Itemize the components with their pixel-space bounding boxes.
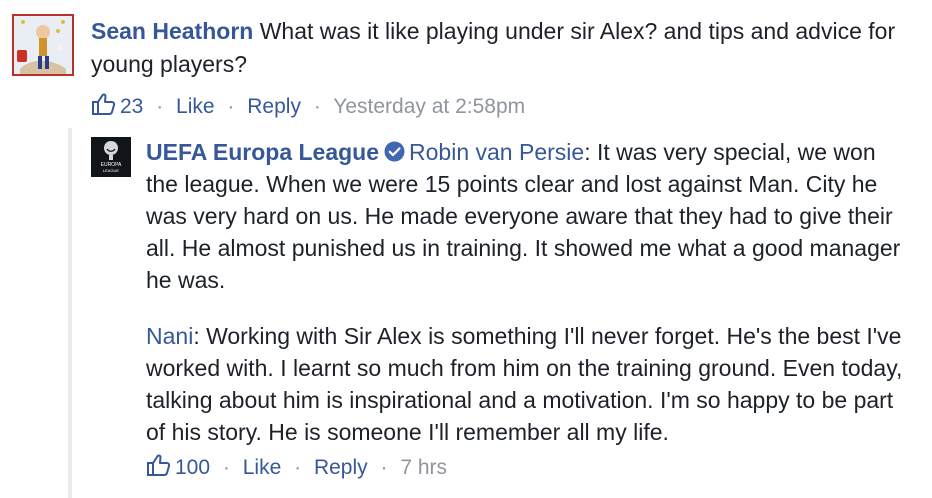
reply-paragraph-2: Nani: Working with Sir Alex is something… [146, 320, 906, 448]
separator-dot: · [313, 95, 321, 118]
logo-text-league: LEAGUE [103, 168, 120, 173]
separator-dot: · [156, 95, 164, 118]
like-button[interactable]: Like [243, 456, 282, 479]
reply-timestamp[interactable]: 7 hrs [400, 456, 447, 479]
verified-badge-icon [384, 138, 405, 162]
mention-robin-van-persie[interactable]: Robin van Persie [409, 139, 584, 165]
comment-author-link[interactable]: Sean Heathorn [91, 18, 253, 44]
like-button[interactable]: Like [176, 95, 215, 118]
comment-body: Sean Heathorn What was it like playing u… [91, 15, 916, 81]
like-count[interactable]: 23 [120, 95, 143, 118]
reply-paragraph-1: UEFA Europa League Robin van Persie: It w… [146, 136, 906, 296]
reply-actions: 100 · Like · Reply · 7 hrs [146, 453, 447, 482]
reply-thread-rail [68, 128, 72, 498]
reply-button[interactable]: Reply [247, 95, 301, 118]
reply-author-link[interactable]: UEFA Europa League [146, 139, 379, 165]
thumbs-up-icon [91, 92, 116, 116]
reply-paragraph-2-text: : Working with Sir Alex is something I'l… [146, 323, 903, 445]
separator-dot: · [380, 456, 388, 479]
uefa-europa-league-logo-icon[interactable]: EUROPA LEAGUE [91, 137, 131, 177]
reply-button[interactable]: Reply [314, 456, 368, 479]
like-count-button[interactable]: 100 [146, 453, 216, 479]
separator-dot: · [294, 456, 302, 479]
comment-timestamp[interactable]: Yesterday at 2:58pm [333, 95, 525, 118]
like-count-button[interactable]: 23 [91, 92, 149, 118]
comment-actions: 23 · Like · Reply · Yesterday at 2:58pm [91, 92, 525, 121]
user-avatar-photo-icon[interactable] [12, 14, 74, 76]
thumbs-up-icon [146, 453, 171, 477]
mention-nani[interactable]: Nani [146, 323, 193, 349]
separator-dot: · [222, 456, 230, 479]
reply-body: UEFA Europa League Robin van Persie: It w… [146, 136, 906, 448]
like-count[interactable]: 100 [175, 456, 210, 479]
separator-dot: · [227, 95, 235, 118]
